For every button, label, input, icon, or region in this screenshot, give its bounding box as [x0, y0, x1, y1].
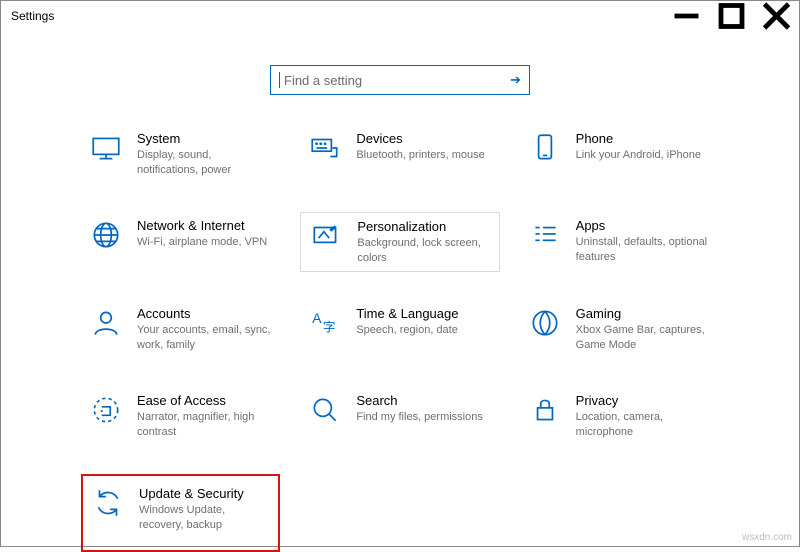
tile-desc: Narrator, magnifier, high contrast — [137, 410, 272, 440]
watermark: wsxdn.com — [742, 532, 792, 543]
tile-title: Privacy — [576, 393, 711, 408]
tile-title: Personalization — [357, 219, 490, 234]
tile-desc: Windows Update, recovery, backup — [139, 503, 270, 533]
close-button[interactable] — [754, 1, 799, 31]
magnifier-icon — [308, 393, 342, 427]
close-icon — [754, 1, 799, 31]
tile-desc: Wi-Fi, airplane mode, VPN — [137, 235, 267, 250]
apps-icon — [528, 218, 562, 252]
search-input[interactable]: Find a setting ➔ — [270, 65, 530, 95]
tile-title: Accounts — [137, 306, 272, 321]
person-icon — [89, 306, 123, 340]
search-placeholder: Find a setting — [284, 73, 362, 88]
tile-time-language[interactable]: A字 Time & Language Speech, region, date — [300, 300, 499, 359]
tile-title: System — [137, 131, 272, 146]
tile-desc: Speech, region, date — [356, 323, 458, 338]
tile-apps[interactable]: Apps Uninstall, defaults, optional featur… — [520, 212, 719, 273]
phone-icon — [528, 131, 562, 165]
tile-phone[interactable]: Phone Link your Android, iPhone — [520, 125, 719, 184]
tile-title: Search — [356, 393, 483, 408]
tile-desc: Xbox Game Bar, captures, Game Mode — [576, 323, 711, 353]
tile-title: Gaming — [576, 306, 711, 321]
tile-desc: Find my files, permissions — [356, 410, 483, 425]
minimize-button[interactable] — [664, 1, 709, 31]
tile-accounts[interactable]: Accounts Your accounts, email, sync, work… — [81, 300, 280, 359]
text-cursor — [279, 72, 280, 88]
paint-icon — [309, 219, 343, 253]
tile-update-security[interactable]: Update & Security Windows Update, recover… — [81, 474, 280, 552]
settings-grid: System Display, sound, notifications, pow… — [41, 125, 759, 552]
search-icon: ➔ — [510, 72, 521, 88]
content-area: Find a setting ➔ System Display, sound, n… — [1, 31, 799, 552]
tile-desc: Link your Android, iPhone — [576, 148, 701, 163]
tile-desc: Your accounts, email, sync, work, family — [137, 323, 272, 353]
tile-ease-of-access[interactable]: Ease of Access Narrator, magnifier, high … — [81, 387, 280, 446]
maximize-icon — [709, 1, 754, 31]
tile-search[interactable]: Search Find my files, permissions — [300, 387, 499, 446]
tile-network[interactable]: Network & Internet Wi-Fi, airplane mode, … — [81, 212, 280, 273]
tile-desc: Location, camera, microphone — [576, 410, 711, 440]
tile-system[interactable]: System Display, sound, notifications, pow… — [81, 125, 280, 184]
tile-devices[interactable]: Devices Bluetooth, printers, mouse — [300, 125, 499, 184]
tile-desc: Background, lock screen, colors — [357, 236, 490, 266]
ease-icon — [89, 393, 123, 427]
tile-title: Devices — [356, 131, 484, 146]
tile-title: Ease of Access — [137, 393, 272, 408]
tile-desc: Uninstall, defaults, optional features — [576, 235, 711, 265]
window-title: Settings — [11, 9, 54, 23]
maximize-button[interactable] — [709, 1, 754, 31]
titlebar: Settings — [1, 1, 799, 31]
tile-personalization[interactable]: Personalization Background, lock screen, … — [300, 212, 499, 273]
gaming-icon — [528, 306, 562, 340]
tile-title: Time & Language — [356, 306, 458, 321]
monitor-icon — [89, 131, 123, 165]
tile-gaming[interactable]: Gaming Xbox Game Bar, captures, Game Mode — [520, 300, 719, 359]
sync-icon — [91, 486, 125, 520]
tile-desc: Bluetooth, printers, mouse — [356, 148, 484, 163]
lock-icon — [528, 393, 562, 427]
svg-text:字: 字 — [323, 320, 336, 335]
globe-icon — [89, 218, 123, 252]
tile-desc: Display, sound, notifications, power — [137, 148, 272, 178]
svg-text:A: A — [313, 310, 323, 326]
tile-title: Phone — [576, 131, 701, 146]
minimize-icon — [664, 1, 709, 31]
tile-title: Network & Internet — [137, 218, 267, 233]
tile-privacy[interactable]: Privacy Location, camera, microphone — [520, 387, 719, 446]
tile-title: Apps — [576, 218, 711, 233]
language-icon: A字 — [308, 306, 342, 340]
keyboard-icon — [308, 131, 342, 165]
tile-title: Update & Security — [139, 486, 270, 501]
